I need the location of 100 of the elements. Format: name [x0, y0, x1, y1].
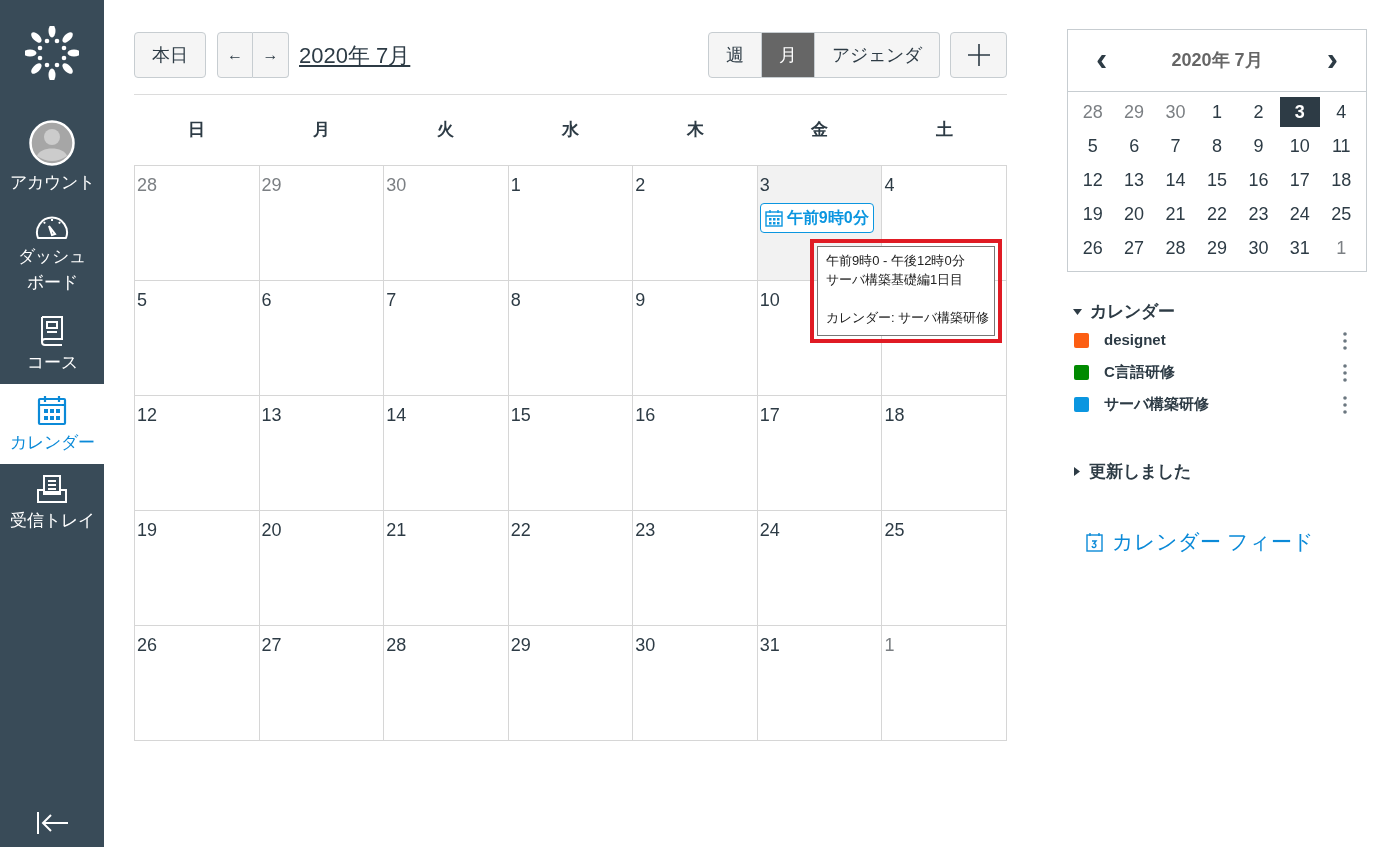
mini-calendar-day[interactable]: 21	[1155, 199, 1196, 229]
day-cell[interactable]: 29	[259, 166, 385, 281]
previous-month-button[interactable]: ‹	[1096, 40, 1108, 81]
mini-calendar-day[interactable]: 22	[1197, 199, 1237, 229]
mini-calendar-day[interactable]: 17	[1280, 165, 1320, 195]
day-cell[interactable]: 26	[135, 626, 260, 741]
add-button[interactable]	[950, 32, 1007, 78]
mini-calendar-day[interactable]: 28	[1155, 233, 1196, 263]
next-month-button[interactable]: ›	[1326, 40, 1338, 81]
mini-calendar-day[interactable]: 25	[1321, 199, 1361, 229]
month-title-link[interactable]: 2020年 7月	[299, 38, 411, 72]
mini-calendar-day[interactable]: 4	[1321, 97, 1361, 127]
day-cell[interactable]: 25	[882, 511, 1007, 626]
mini-calendar-day[interactable]: 8	[1197, 131, 1237, 161]
mini-calendar-day[interactable]: 6	[1114, 131, 1154, 161]
mini-calendar-day[interactable]: 9	[1238, 131, 1279, 161]
day-cell[interactable]: 28	[384, 626, 509, 741]
mini-calendar-day[interactable]: 13	[1114, 165, 1154, 195]
day-cell[interactable]: 29	[508, 626, 634, 741]
calendar-color-swatch[interactable]	[1074, 397, 1089, 412]
mini-calendar-day[interactable]: 23	[1238, 199, 1279, 229]
day-cell[interactable]: 5	[135, 281, 260, 396]
mini-calendar-day[interactable]: 3	[1280, 97, 1320, 127]
mini-calendar-day[interactable]: 11	[1321, 131, 1361, 161]
mini-calendar-day[interactable]: 18	[1321, 165, 1361, 195]
mini-calendar-day[interactable]: 19	[1073, 199, 1113, 229]
mini-calendar-day[interactable]: 31	[1280, 233, 1320, 263]
next-button[interactable]: →	[253, 32, 289, 78]
book-icon	[39, 314, 65, 346]
day-cell[interactable]: 30	[633, 626, 758, 741]
sidebar-item[interactable]: アカウント	[0, 110, 104, 204]
day-cell[interactable]: 1	[508, 166, 634, 281]
day-cell[interactable]: 1	[882, 626, 1007, 741]
day-cell[interactable]: 14	[384, 396, 509, 511]
day-cell[interactable]: 8	[508, 281, 634, 396]
mini-calendar-day[interactable]: 2	[1238, 97, 1279, 127]
day-cell[interactable]: 18	[882, 396, 1007, 511]
day-cell[interactable]: 31	[757, 626, 883, 741]
calendar-color-swatch[interactable]	[1074, 333, 1089, 348]
calendars-toggle[interactable]: カレンダー	[1073, 299, 1175, 325]
day-cell[interactable]: 17	[757, 396, 883, 511]
calendar-icon	[764, 209, 783, 227]
day-cell[interactable]: 13	[259, 396, 385, 511]
day-cell[interactable]: 20	[259, 511, 385, 626]
sidebar-item[interactable]: コース	[0, 304, 104, 384]
more-options-button[interactable]	[1343, 395, 1347, 414]
sidebar-item[interactable]: 受信トレイ	[0, 464, 104, 542]
day-cell[interactable]: 27	[259, 626, 385, 741]
calendar-name: C言語研修	[1104, 362, 1176, 383]
day-number: 25	[884, 519, 906, 541]
mini-calendar-day[interactable]: 29	[1197, 233, 1237, 263]
day-cell[interactable]: 16	[633, 396, 758, 511]
day-cell[interactable]: 15	[508, 396, 634, 511]
sidebar-item[interactable]: ダッシュボード	[0, 204, 104, 304]
gauge-icon	[35, 214, 69, 240]
mini-calendar-day[interactable]: 15	[1197, 165, 1237, 195]
sidebar-item[interactable]: カレンダー	[0, 384, 104, 464]
day-cell[interactable]: 2	[633, 166, 758, 281]
day-cell[interactable]: 24	[757, 511, 883, 626]
view-tab[interactable]: アジェンダ	[815, 32, 940, 78]
calendar-feed-link[interactable]: カレンダー フィード	[1086, 526, 1367, 558]
day-cell[interactable]: 9	[633, 281, 758, 396]
mini-calendar-day[interactable]: 14	[1155, 165, 1196, 195]
day-number: 30	[386, 174, 408, 196]
mini-calendar-day[interactable]: 24	[1280, 199, 1320, 229]
day-cell[interactable]: 21	[384, 511, 509, 626]
day-cell[interactable]: 30	[384, 166, 509, 281]
weekday-header: 金	[811, 119, 829, 142]
mini-calendar-day[interactable]: 1	[1197, 97, 1237, 127]
view-tab[interactable]: 週	[708, 32, 762, 78]
day-cell[interactable]: 7	[384, 281, 509, 396]
mini-calendar-day[interactable]: 7	[1155, 131, 1196, 161]
today-button[interactable]: 本日	[134, 32, 206, 78]
day-cell[interactable]: 6	[259, 281, 385, 396]
mini-calendar-day[interactable]: 30	[1155, 97, 1196, 127]
mini-calendar-day[interactable]: 1	[1321, 233, 1361, 263]
day-cell[interactable]: 23	[633, 511, 758, 626]
view-tab[interactable]: 月	[762, 32, 815, 78]
day-cell[interactable]: 19	[135, 511, 260, 626]
day-number: 17	[759, 404, 781, 426]
mini-calendar-day[interactable]: 29	[1114, 97, 1154, 127]
mini-calendar-day[interactable]: 12	[1073, 165, 1113, 195]
mini-calendar-day[interactable]: 28	[1073, 97, 1113, 127]
mini-calendar-day[interactable]: 10	[1280, 131, 1320, 161]
undated-toggle[interactable]: 更新しました	[1073, 458, 1191, 484]
mini-calendar-day[interactable]: 30	[1238, 233, 1279, 263]
mini-calendar-day[interactable]: 26	[1073, 233, 1113, 263]
calendar-color-swatch[interactable]	[1074, 365, 1089, 380]
more-options-button[interactable]	[1343, 363, 1347, 382]
day-cell[interactable]: 12	[135, 396, 260, 511]
mini-calendar-day[interactable]: 16	[1238, 165, 1279, 195]
expanded-triangle-icon	[1073, 307, 1082, 316]
mini-calendar-day[interactable]: 20	[1114, 199, 1154, 229]
more-options-button[interactable]	[1343, 331, 1347, 350]
day-cell[interactable]: 28	[135, 166, 260, 281]
previous-button[interactable]: ←	[217, 32, 253, 78]
mini-calendar-day[interactable]: 5	[1073, 131, 1113, 161]
day-cell[interactable]: 22	[508, 511, 634, 626]
day-number: 5	[137, 289, 148, 311]
mini-calendar-day[interactable]: 27	[1114, 233, 1154, 263]
